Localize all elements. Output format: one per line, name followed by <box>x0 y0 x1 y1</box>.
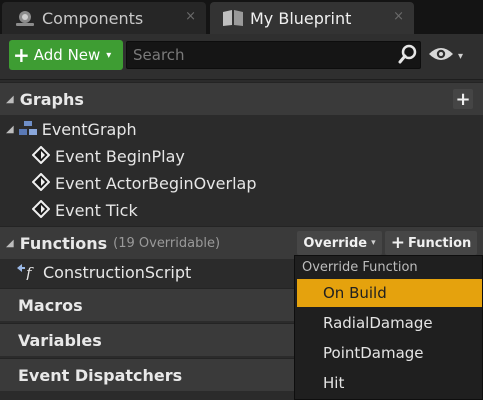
menu-item-label: Hit <box>323 374 345 392</box>
functions-title: Functions <box>19 233 108 253</box>
collapse-triangle-icon: ◢ <box>6 124 14 135</box>
plus-icon: + <box>390 232 405 253</box>
construction-script-item[interactable]: f ConstructionScript <box>16 259 191 286</box>
event-diamond-icon <box>31 199 51 222</box>
add-function-button[interactable]: + Function <box>385 231 477 255</box>
event-label: Event Tick <box>55 201 138 220</box>
svg-text:f: f <box>25 264 34 280</box>
variables-title: Variables <box>18 330 102 350</box>
event-actorbeginoverlap-item[interactable]: Event ActorBeginOverlap <box>31 170 257 197</box>
graphs-title: Graphs <box>19 89 84 109</box>
event-tick-item[interactable]: Event Tick <box>31 197 138 224</box>
override-button[interactable]: Override ▾ <box>297 231 382 255</box>
add-graph-button[interactable]: + <box>453 89 473 110</box>
function-icon: f <box>16 262 38 284</box>
event-graph-label: EventGraph <box>41 120 137 139</box>
toolbar: + Add New ▾ ▾ <box>0 34 483 80</box>
event-diamond-icon <box>31 172 51 195</box>
book-icon <box>220 9 246 27</box>
override-label: Override <box>303 235 368 251</box>
chevron-down-icon: ▾ <box>458 50 464 62</box>
menu-item-label: On Build <box>323 284 387 302</box>
search-icon[interactable] <box>398 44 418 68</box>
view-options-button[interactable]: ▾ <box>428 46 463 66</box>
close-icon[interactable]: × <box>393 9 404 24</box>
macros-title: Macros <box>18 295 83 315</box>
event-label: Event ActorBeginOverlap <box>55 174 257 193</box>
event-beginplay-item[interactable]: Event BeginPlay <box>31 143 185 170</box>
menu-item-hit[interactable]: Hit <box>297 369 482 397</box>
menu-item-point-damage[interactable]: PointDamage <box>297 339 482 367</box>
menu-item-label: RadialDamage <box>323 314 433 332</box>
search-input[interactable] <box>126 41 421 69</box>
close-icon[interactable]: × <box>185 9 196 24</box>
add-new-button[interactable]: + Add New ▾ <box>9 40 123 70</box>
menu-title: Override Function <box>302 260 418 275</box>
plus-icon: + <box>13 43 30 67</box>
menu-item-on-build[interactable]: On Build <box>297 279 482 307</box>
add-function-label: Function <box>407 235 472 251</box>
tab-my-blueprint[interactable]: My Blueprint × <box>210 2 414 34</box>
chevron-down-icon: ▾ <box>371 238 376 248</box>
tab-label-my-blueprint: My Blueprint <box>250 8 352 28</box>
eye-icon <box>428 46 454 66</box>
graphs-section-header[interactable]: ◢ Graphs + <box>0 82 483 115</box>
collapse-triangle-icon: ◢ <box>6 237 14 249</box>
menu-item-radial-damage[interactable]: RadialDamage <box>297 309 482 337</box>
tab-components[interactable]: Components × <box>2 2 206 34</box>
tab-bar: Components × My Blueprint × <box>0 0 483 34</box>
function-label: ConstructionScript <box>43 263 192 282</box>
add-new-label: Add New <box>33 46 101 64</box>
tab-label-components: Components <box>42 8 144 28</box>
override-function-menu: Override Function On Build RadialDamage … <box>294 255 483 400</box>
overridable-count: (19 Overridable) <box>113 235 221 251</box>
event-diamond-icon <box>31 145 51 168</box>
collapse-triangle-icon: ◢ <box>6 93 14 105</box>
menu-item-label: PointDamage <box>323 344 424 362</box>
event-graph-icon <box>18 120 38 140</box>
event-dispatchers-title: Event Dispatchers <box>18 365 183 385</box>
event-graph-item[interactable]: ◢ EventGraph <box>6 116 137 143</box>
components-icon <box>12 9 38 27</box>
chevron-down-icon: ▾ <box>106 49 112 61</box>
event-label: Event BeginPlay <box>55 147 185 166</box>
